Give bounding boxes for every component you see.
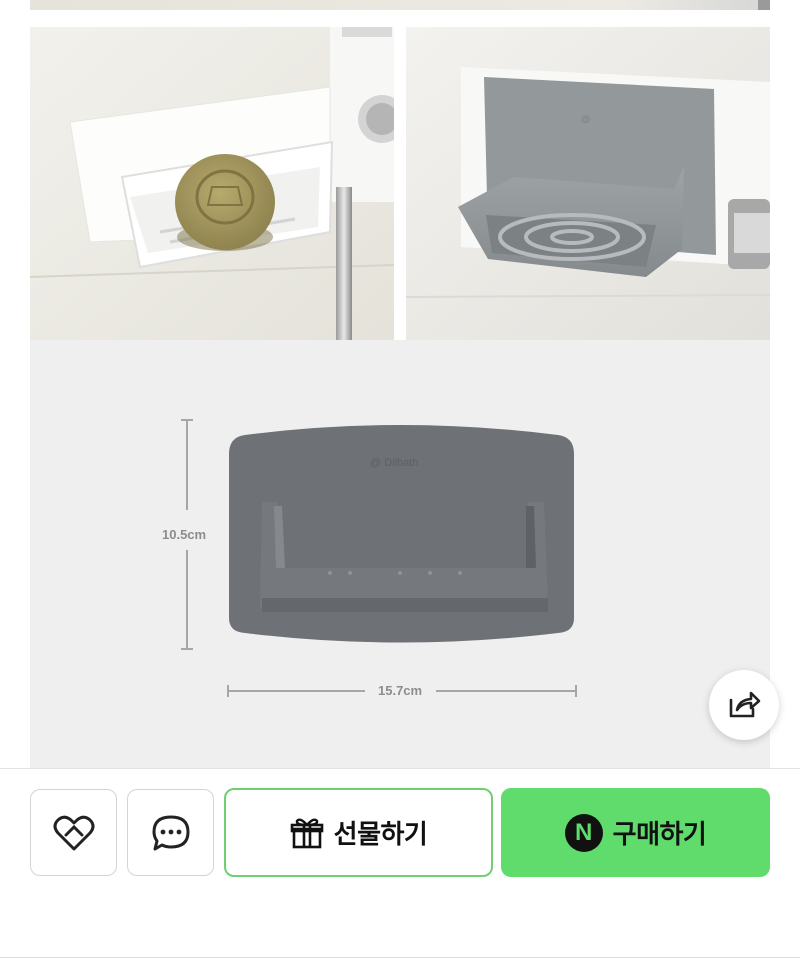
- gift-button-label: 선물하기: [333, 820, 428, 850]
- gift-icon: [290, 817, 323, 848]
- width-dimension-label: 15.7cm: [378, 683, 423, 698]
- bottom-divider: [0, 957, 800, 958]
- chat-bubble-icon: [152, 815, 189, 850]
- share-icon: [729, 691, 761, 718]
- product-detail-page: @ @ Dilbath 10.5cm 15.7cm 선물하기 N 구매하기: [0, 0, 800, 959]
- previous-image-edge: [30, 0, 770, 10]
- height-dimension-label: 10.5cm: [162, 527, 207, 542]
- soap-holder-dimension-diagram: @ Dilbath: [181, 419, 577, 697]
- gray-soap-holder-photo: @: [406, 27, 770, 340]
- faucet-fragment: [758, 0, 770, 10]
- heart-check-icon: [53, 815, 94, 850]
- gray-soap-holder-illustration: @: [406, 27, 770, 340]
- like-button[interactable]: [30, 789, 117, 876]
- white-soap-holder-photo: [30, 27, 394, 340]
- chat-inquiry-button[interactable]: [127, 789, 214, 876]
- white-soap-holder-illustration: [30, 27, 394, 340]
- product-photo-row: @: [30, 10, 770, 340]
- bottom-action-bar: 선물하기 N 구매하기: [0, 768, 800, 959]
- gift-button[interactable]: 선물하기: [224, 788, 493, 877]
- buy-button[interactable]: N 구매하기: [501, 788, 770, 877]
- buy-button-label: 구매하기: [612, 820, 707, 850]
- svg-text:@ Dilbath: @ Dilbath: [370, 457, 418, 469]
- svg-text:@: @: [581, 114, 590, 124]
- dimension-diagram-panel: @ Dilbath 10.5cm 15.7cm: [30, 340, 770, 768]
- naver-pay-badge-icon: N: [564, 813, 603, 852]
- share-button[interactable]: [709, 670, 779, 740]
